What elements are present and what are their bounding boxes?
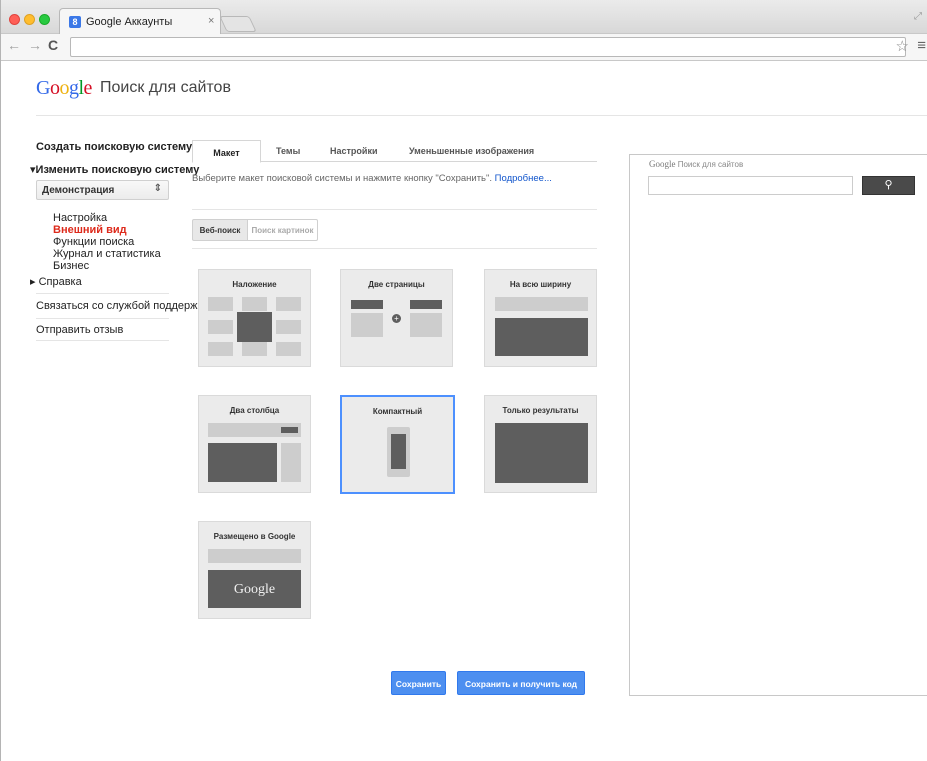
sidebar-item-setup[interactable]: Настройка bbox=[53, 212, 107, 224]
tab-title: Google Аккаунты bbox=[86, 16, 173, 28]
layout-thumb-block bbox=[242, 297, 267, 311]
divider bbox=[192, 248, 597, 249]
sidebar-divider bbox=[36, 340, 169, 341]
layout-thumb-block bbox=[351, 313, 383, 337]
layout-thumb-block bbox=[495, 297, 588, 311]
layout-card-results-only[interactable]: Только результаты bbox=[484, 395, 597, 493]
browser-window: 8 Google Аккаунты × ⤢ ← → C ☆ ≡ Google П… bbox=[0, 0, 927, 761]
layout-thumb-block bbox=[208, 297, 233, 311]
learn-more-link[interactable]: Подробнее... bbox=[495, 173, 552, 184]
preview-search-input[interactable] bbox=[648, 176, 853, 195]
select-arrows-icon: ⇕ bbox=[153, 183, 162, 194]
image-search-button[interactable]: Поиск картинок bbox=[247, 219, 318, 241]
layout-card-label: На всю ширину bbox=[509, 280, 572, 289]
sidebar-divider bbox=[36, 293, 169, 294]
sidebar-item-look-and-feel[interactable]: Внешний вид bbox=[53, 224, 127, 236]
layout-thumb-block bbox=[208, 342, 233, 356]
reload-icon[interactable]: C bbox=[48, 37, 58, 53]
save-and-get-code-button[interactable]: Сохранить и получить код bbox=[457, 671, 585, 695]
layout-thumb-block bbox=[495, 318, 588, 356]
plus-icon: + bbox=[392, 314, 401, 323]
layout-card-compact[interactable]: Компактный bbox=[340, 395, 455, 494]
sidebar-item-stats[interactable]: Журнал и статистика bbox=[53, 248, 161, 260]
close-window-icon[interactable] bbox=[9, 14, 20, 25]
sidebar-divider bbox=[36, 318, 169, 319]
preview-brand: Google Поиск для сайтов bbox=[649, 159, 744, 169]
layout-card-label: Размещено в Google bbox=[213, 532, 296, 541]
layout-thumb-block bbox=[351, 300, 383, 309]
page: Google Поиск для сайтов Создать поискову… bbox=[2, 62, 927, 761]
save-button[interactable]: Сохранить bbox=[391, 671, 446, 695]
tab-thumbnails[interactable]: Уменьшенные изображения bbox=[409, 146, 534, 156]
bookmark-star-icon[interactable]: ☆ bbox=[896, 37, 909, 55]
sidebar-edit-engine[interactable]: ▾Изменить поисковую систему bbox=[30, 163, 199, 176]
layout-card-google-hosted[interactable]: Размещено в Google Google bbox=[198, 521, 311, 619]
layout-thumb-block bbox=[410, 313, 442, 337]
layout-card-full-width[interactable]: На всю ширину bbox=[484, 269, 597, 367]
layout-thumb-block bbox=[208, 549, 301, 563]
layout-thumb-block bbox=[281, 427, 298, 433]
tab-layout[interactable]: Макет bbox=[192, 140, 261, 163]
layout-thumb-block bbox=[495, 423, 588, 483]
back-icon[interactable]: ← bbox=[7, 37, 21, 53]
triangle-right-icon: ▸ bbox=[30, 276, 39, 288]
tab-close-icon[interactable]: × bbox=[208, 15, 214, 27]
forward-icon[interactable]: → bbox=[28, 37, 42, 53]
sidebar-create-engine[interactable]: Создать поисковую систему bbox=[36, 141, 192, 153]
engine-select[interactable]: Демонстрация ⇕ bbox=[36, 180, 169, 200]
browser-toolbar: ← → C ☆ ≡ bbox=[1, 34, 927, 61]
sidebar-send-feedback[interactable]: Отправить отзыв bbox=[36, 324, 123, 336]
layout-thumb-block bbox=[276, 320, 301, 334]
tab-settings[interactable]: Настройки bbox=[330, 146, 377, 156]
search-icon: ⚲ bbox=[884, 179, 893, 191]
menu-icon[interactable]: ≡ bbox=[917, 37, 926, 54]
sidebar-item-search-features[interactable]: Функции поиска bbox=[53, 236, 134, 248]
tab-themes[interactable]: Темы bbox=[276, 146, 300, 156]
layout-card-two-pages[interactable]: Две страницы + bbox=[340, 269, 453, 367]
layout-thumb-block bbox=[391, 434, 406, 469]
layout-thumb-block bbox=[208, 443, 277, 482]
google-logo-thumb: Google bbox=[233, 582, 276, 597]
sidebar-help[interactable]: ▸ Справка bbox=[30, 275, 82, 288]
layout-card-label: Наложение bbox=[232, 280, 277, 289]
layout-thumb-block bbox=[242, 342, 267, 356]
sidebar-contact-support[interactable]: Связаться со службой поддержки bbox=[36, 300, 208, 312]
layout-card-label: Компактный bbox=[372, 407, 423, 416]
layout-thumb-block bbox=[208, 320, 233, 334]
google-logo[interactable]: Google bbox=[36, 77, 92, 100]
web-search-button[interactable]: Веб-поиск bbox=[192, 219, 248, 241]
layout-card-overlay[interactable]: Наложение bbox=[198, 269, 311, 367]
layout-thumb-block bbox=[276, 297, 301, 311]
product-title: Поиск для сайтов bbox=[100, 79, 231, 96]
layout-card-two-columns[interactable]: Два столбца bbox=[198, 395, 311, 493]
header-divider bbox=[36, 115, 927, 116]
fullscreen-icon[interactable]: ⤢ bbox=[914, 11, 922, 22]
google-favicon-icon: 8 bbox=[69, 16, 81, 28]
preview-search-button[interactable]: ⚲ bbox=[862, 176, 915, 195]
divider bbox=[192, 209, 597, 210]
zoom-window-icon[interactable] bbox=[39, 14, 50, 25]
address-bar[interactable] bbox=[70, 37, 906, 57]
layout-thumb-overlay bbox=[237, 312, 272, 342]
layout-card-label: Только результаты bbox=[502, 406, 579, 415]
layout-tabs: Макет Темы Настройки Уменьшенные изображ… bbox=[192, 140, 597, 163]
tab-bar: 8 Google Аккаунты × ⤢ bbox=[1, 0, 927, 35]
sidebar-item-business[interactable]: Бизнес bbox=[53, 260, 89, 272]
layout-thumb-block bbox=[276, 342, 301, 356]
minimize-window-icon[interactable] bbox=[24, 14, 35, 25]
instruction-text: Выберите макет поисковой системы и нажми… bbox=[192, 173, 552, 184]
preview-panel: Google Поиск для сайтов ⚲ bbox=[629, 154, 927, 696]
layout-card-label: Две страницы bbox=[368, 280, 425, 289]
layout-thumb-block bbox=[281, 443, 301, 482]
browser-tab[interactable]: 8 Google Аккаунты × bbox=[59, 8, 221, 35]
new-tab-button[interactable] bbox=[219, 16, 257, 32]
layout-thumb-block bbox=[410, 300, 442, 309]
layout-card-label: Два столбца bbox=[229, 406, 280, 415]
